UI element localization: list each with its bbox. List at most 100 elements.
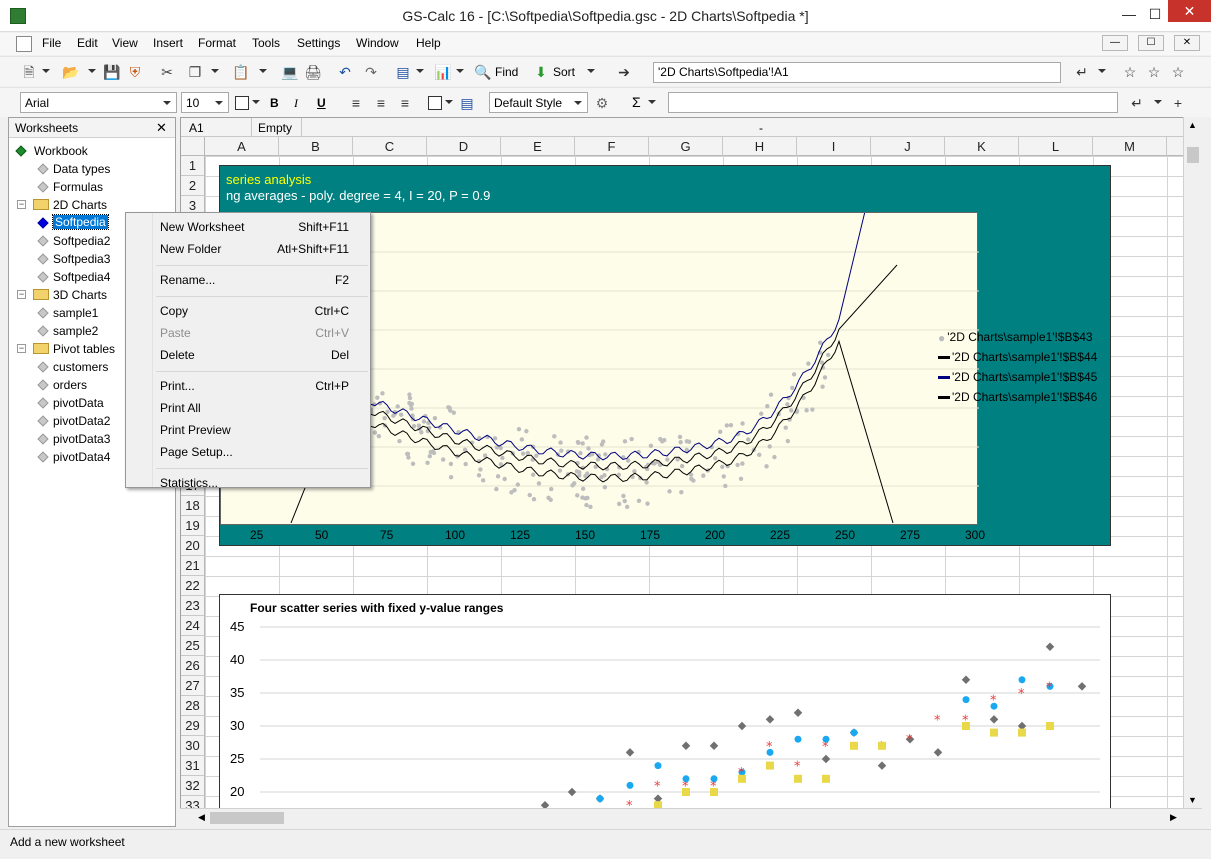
column-header[interactable]: F bbox=[575, 137, 649, 156]
align-right-icon[interactable]: ≡ bbox=[396, 94, 414, 112]
menu-item-rename[interactable]: Rename... F2 bbox=[127, 270, 369, 290]
fill-color-icon[interactable] bbox=[428, 96, 442, 110]
vertical-scroll-thumb[interactable] bbox=[1187, 147, 1199, 163]
menu-help[interactable]: Help bbox=[416, 36, 441, 50]
enter-dropdown-icon[interactable] bbox=[1098, 69, 1106, 73]
sum-icon[interactable]: Σ bbox=[632, 94, 641, 110]
row-header[interactable]: 22 bbox=[181, 576, 205, 596]
row-header[interactable]: 1 bbox=[181, 156, 205, 176]
formula-input[interactable] bbox=[668, 92, 1118, 113]
column-header[interactable]: A bbox=[205, 137, 279, 156]
close-button[interactable]: ✕ bbox=[1168, 0, 1211, 22]
column-header[interactable]: M bbox=[1093, 137, 1167, 156]
panel-close-icon[interactable]: ✕ bbox=[156, 120, 167, 136]
open-icon[interactable]: 📂 bbox=[62, 63, 80, 81]
minimize-button[interactable]: — bbox=[1116, 0, 1142, 28]
paste-icon[interactable]: 📋 bbox=[232, 63, 250, 81]
border-dropdown-icon[interactable] bbox=[252, 100, 260, 104]
chart-scatter-series[interactable]: Four scatter series with fixed y-value r… bbox=[219, 594, 1111, 814]
menu-item-copy[interactable]: Copy Ctrl+C bbox=[127, 301, 369, 321]
align-left-icon[interactable]: ≡ bbox=[347, 94, 365, 112]
mdi-minimize-button[interactable]: — bbox=[1102, 35, 1128, 51]
redo-icon[interactable]: ↷ bbox=[362, 63, 380, 81]
collapse-icon[interactable]: − bbox=[17, 344, 26, 353]
scroll-left-icon[interactable]: ◀ bbox=[198, 812, 205, 823]
column-header[interactable]: J bbox=[871, 137, 945, 156]
row-header[interactable]: 31 bbox=[181, 756, 205, 776]
formula-dropdown-icon[interactable] bbox=[1154, 100, 1162, 104]
row-header[interactable]: 30 bbox=[181, 736, 205, 756]
menu-file[interactable]: File bbox=[42, 36, 61, 50]
bold-button[interactable]: B bbox=[270, 96, 279, 110]
font-size-select[interactable]: 10 bbox=[181, 92, 229, 113]
select-all-button[interactable] bbox=[181, 137, 205, 156]
star-icon[interactable]: ☆ bbox=[1121, 63, 1139, 81]
menu-tools[interactable]: Tools bbox=[252, 36, 280, 50]
copy-icon[interactable]: ❐ bbox=[186, 63, 204, 81]
menu-view[interactable]: View bbox=[112, 36, 138, 50]
scroll-right-icon[interactable]: ▶ bbox=[1170, 812, 1177, 823]
menu-item-print-preview[interactable]: Print Preview bbox=[127, 420, 369, 440]
mdi-close-button[interactable]: ✕ bbox=[1174, 35, 1200, 51]
align-center-icon[interactable]: ≡ bbox=[372, 94, 390, 112]
menu-item-statistics[interactable]: Statistics... bbox=[127, 473, 369, 493]
column-header[interactable]: H bbox=[723, 137, 797, 156]
menu-insert[interactable]: Insert bbox=[153, 36, 183, 50]
row-header[interactable]: 2 bbox=[181, 176, 205, 196]
tree-item-formulas[interactable]: Formulas bbox=[9, 178, 175, 196]
formula-enter-icon[interactable]: ↵ bbox=[1128, 94, 1146, 112]
row-header[interactable]: 23 bbox=[181, 596, 205, 616]
collapse-icon[interactable]: − bbox=[17, 200, 26, 209]
row-header[interactable]: 18 bbox=[181, 496, 205, 516]
row-header[interactable]: 29 bbox=[181, 716, 205, 736]
underline-button[interactable]: U bbox=[317, 96, 326, 110]
vertical-scrollbar[interactable]: ▲ ▼ bbox=[1183, 117, 1202, 809]
menu-item-delete[interactable]: Delete Del bbox=[127, 345, 369, 365]
sort-dropdown-icon[interactable] bbox=[587, 69, 595, 73]
horizontal-scrollbar[interactable]: ◀ ▶ bbox=[180, 808, 1202, 827]
collapse-icon[interactable]: − bbox=[17, 290, 26, 299]
menu-window[interactable]: Window bbox=[356, 36, 399, 50]
border-color-icon[interactable] bbox=[235, 96, 249, 110]
document-icon[interactable] bbox=[16, 36, 32, 52]
save-icon[interactable]: 💾 bbox=[103, 63, 121, 81]
fill-dropdown-icon[interactable] bbox=[445, 100, 453, 104]
star-add-icon[interactable]: ☆ bbox=[1145, 63, 1163, 81]
screen-icon[interactable]: 💻 bbox=[281, 63, 299, 81]
find-button[interactable]: Find bbox=[495, 65, 518, 79]
sort-icon[interactable]: ⬇ bbox=[532, 63, 550, 81]
scroll-down-icon[interactable]: ▼ bbox=[1188, 795, 1197, 805]
style-select[interactable]: Default Style bbox=[489, 92, 588, 113]
row-header[interactable]: 24 bbox=[181, 616, 205, 636]
column-header[interactable]: L bbox=[1019, 137, 1093, 156]
menu-item-new-folder[interactable]: New Folder Atl+Shift+F11 bbox=[127, 239, 369, 259]
menu-item-new-worksheet[interactable]: New Worksheet Shift+F11 bbox=[127, 217, 369, 237]
row-header[interactable]: 26 bbox=[181, 656, 205, 676]
window-layout-icon[interactable]: ▤ bbox=[394, 63, 412, 81]
address-input[interactable]: '2D Charts\Softpedia'!A1 bbox=[653, 62, 1061, 83]
copy-dropdown-icon[interactable] bbox=[211, 69, 219, 73]
column-header[interactable]: E bbox=[501, 137, 575, 156]
column-header[interactable]: B bbox=[279, 137, 353, 156]
protect-icon[interactable]: ⛨ bbox=[126, 63, 144, 81]
menu-item-print[interactable]: Print... Ctrl+P bbox=[127, 376, 369, 396]
sort-button[interactable]: Sort bbox=[553, 65, 575, 79]
italic-button[interactable]: I bbox=[294, 96, 298, 111]
chart-dropdown-icon[interactable] bbox=[456, 69, 464, 73]
layout-dropdown-icon[interactable] bbox=[416, 69, 424, 73]
print-icon[interactable]: 🖨 bbox=[304, 63, 322, 81]
column-header[interactable]: G bbox=[649, 137, 723, 156]
column-header[interactable]: K bbox=[945, 137, 1019, 156]
row-header[interactable]: 32 bbox=[181, 776, 205, 796]
new-dropdown-icon[interactable] bbox=[42, 69, 50, 73]
row-header[interactable]: 25 bbox=[181, 636, 205, 656]
chart-icon[interactable]: 📊 bbox=[434, 63, 452, 81]
row-header[interactable]: 20 bbox=[181, 536, 205, 556]
row-header[interactable]: 21 bbox=[181, 556, 205, 576]
add-icon[interactable]: + bbox=[1169, 94, 1187, 112]
column-header[interactable]: D bbox=[427, 137, 501, 156]
enter-icon[interactable]: ↵ bbox=[1073, 63, 1091, 81]
menu-settings[interactable]: Settings bbox=[297, 36, 340, 50]
open-dropdown-icon[interactable] bbox=[88, 69, 96, 73]
menu-format[interactable]: Format bbox=[198, 36, 236, 50]
